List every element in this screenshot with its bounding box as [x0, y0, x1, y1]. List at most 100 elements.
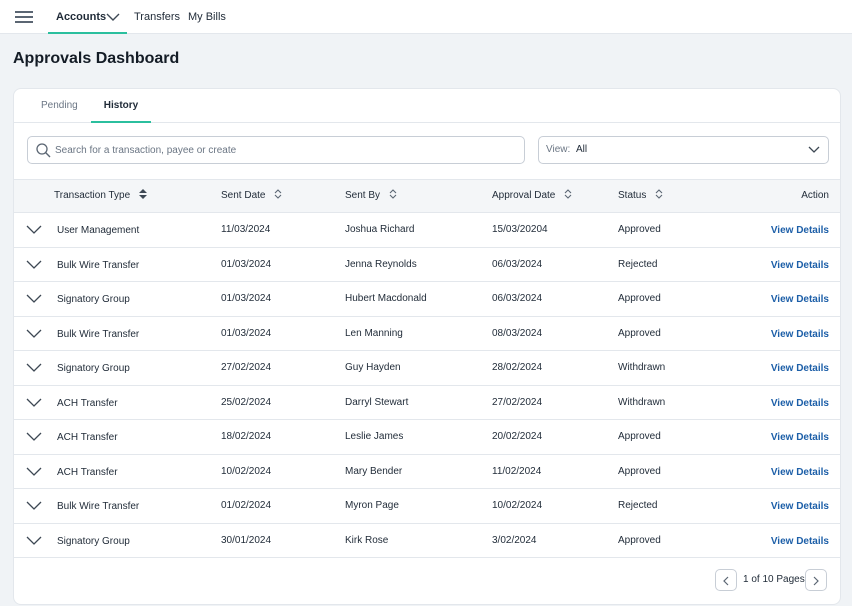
- search-icon: [36, 143, 51, 158]
- cell-sent-date: 11/03/2024: [221, 224, 271, 235]
- sort-icon: [655, 189, 663, 200]
- cell-status: Approved: [618, 534, 661, 546]
- nav-my-bills[interactable]: My Bills: [188, 0, 226, 34]
- chevron-down-icon: [808, 146, 820, 153]
- search-input[interactable]: [55, 137, 515, 163]
- cell-status: Approved: [618, 431, 661, 442]
- cell-sent-by: Mary Bender: [345, 465, 403, 477]
- view-details-link[interactable]: View Details: [771, 363, 829, 374]
- cell-sent-by: Kirk Rose: [345, 534, 389, 546]
- table-row: Bulk Wire Transfer 01/03/2024 Len Mannin…: [14, 317, 840, 351]
- cell-sent-date: 01/03/2024: [221, 258, 272, 270]
- tab-bar: Pending History: [14, 89, 840, 123]
- cell-sent-by: Guy Hayden: [345, 362, 401, 373]
- cell-approval-date: 15/03/20204: [492, 224, 548, 235]
- table-row: User Management 11/03/2024 Joshua Richar…: [14, 213, 840, 248]
- cell-approval-date: 27/02/2024: [492, 396, 543, 408]
- view-details-link[interactable]: View Details: [771, 294, 829, 305]
- nav-transfers[interactable]: Transfers: [134, 0, 180, 34]
- cell-approval-date: 3/02/2024: [492, 534, 537, 546]
- search-box: [27, 136, 525, 164]
- tab-history[interactable]: History: [91, 89, 151, 123]
- page-title: Approvals Dashboard: [13, 50, 180, 67]
- view-details-link[interactable]: View Details: [771, 536, 829, 547]
- cell-sent-date: 30/01/2024: [221, 534, 272, 546]
- cell-status: Approved: [618, 465, 661, 477]
- view-details-link[interactable]: View Details: [771, 467, 829, 478]
- cell-transaction-type: User Management: [57, 225, 140, 236]
- table-row: Signatory Group 30/01/2024 Kirk Rose 3/0…: [14, 524, 840, 558]
- next-page-button[interactable]: [805, 569, 827, 591]
- view-details-link[interactable]: View Details: [771, 225, 829, 236]
- cell-transaction-type: ACH Transfer: [57, 466, 118, 478]
- cell-sent-by: Darryl Stewart: [345, 396, 409, 408]
- cell-approval-date: 08/03/2024: [492, 327, 543, 339]
- chevron-down-icon[interactable]: [26, 536, 42, 545]
- cell-transaction-type: ACH Transfer: [57, 432, 118, 443]
- cell-sent-date: 01/03/2024: [221, 327, 272, 339]
- table-row: Signatory Group 27/02/2024 Guy Hayden 28…: [14, 351, 840, 386]
- top-navigation: Accounts Transfers My Bills: [0, 0, 852, 34]
- table-body: User Management 11/03/2024 Joshua Richar…: [14, 213, 840, 558]
- cell-status: Rejected: [618, 258, 658, 270]
- cell-status: Approved: [618, 327, 661, 339]
- table-row: Bulk Wire Transfer 01/02/2024 Myron Page…: [14, 489, 840, 524]
- approvals-card: Pending History View: All Transaction Ty…: [13, 88, 841, 605]
- chevron-left-icon: [723, 576, 729, 586]
- cell-sent-date: 10/02/2024: [221, 465, 272, 477]
- view-filter-select[interactable]: View: All: [538, 136, 829, 164]
- table-row: Signatory Group 01/03/2024 Hubert Macdon…: [14, 282, 840, 317]
- sort-active-icon: [138, 189, 147, 200]
- cell-sent-by: Hubert Macdonald: [345, 293, 427, 304]
- cell-approval-date: 06/03/2024: [492, 293, 543, 304]
- view-filter-label: View:: [546, 144, 571, 155]
- cell-sent-by: Myron Page: [345, 500, 399, 511]
- table-row: ACH Transfer 18/02/2024 Leslie James 20/…: [14, 420, 840, 455]
- column-header-label: Approval Date: [492, 190, 556, 201]
- view-details-link[interactable]: View Details: [771, 260, 829, 271]
- cell-sent-by: Joshua Richard: [345, 224, 415, 235]
- chevron-down-icon[interactable]: [26, 260, 42, 269]
- cell-sent-date: 25/02/2024: [221, 396, 272, 408]
- cell-status: Withdrawn: [618, 396, 666, 408]
- column-header-approval-date[interactable]: Approval Date: [492, 180, 572, 212]
- chevron-down-icon: [106, 13, 120, 21]
- cell-transaction-type: ACH Transfer: [57, 397, 118, 409]
- view-details-link[interactable]: View Details: [771, 329, 829, 340]
- chevron-down-icon[interactable]: [26, 225, 42, 234]
- cell-sent-date: 01/02/2024: [221, 500, 272, 511]
- chevron-down-icon[interactable]: [26, 398, 42, 407]
- chevron-down-icon[interactable]: [26, 363, 42, 372]
- column-header-action: Action: [801, 190, 829, 201]
- column-header-status[interactable]: Status: [618, 180, 663, 212]
- chevron-down-icon[interactable]: [26, 329, 42, 338]
- chevron-down-icon[interactable]: [26, 432, 42, 441]
- cell-sent-by: Len Manning: [345, 327, 403, 339]
- column-header-label: Sent Date: [221, 190, 266, 201]
- column-header-sent-by[interactable]: Sent By: [345, 180, 397, 212]
- view-details-link[interactable]: View Details: [771, 398, 829, 409]
- previous-page-button[interactable]: [715, 569, 737, 591]
- table-row: ACH Transfer 10/02/2024 Mary Bender 11/0…: [14, 455, 840, 489]
- cell-transaction-type: Bulk Wire Transfer: [57, 328, 140, 340]
- column-header-label: Status: [618, 190, 647, 201]
- chevron-right-icon: [813, 576, 819, 586]
- cell-approval-date: 28/02/2024: [492, 362, 543, 373]
- cell-sent-date: 18/02/2024: [221, 431, 272, 442]
- tab-pending[interactable]: Pending: [41, 89, 78, 123]
- column-header-sent-date[interactable]: Sent Date: [221, 180, 282, 212]
- view-details-link[interactable]: View Details: [771, 432, 829, 443]
- cell-sent-by: Jenna Reynolds: [345, 258, 417, 270]
- cell-status: Rejected: [618, 500, 658, 511]
- table-header: Transaction Type Sent Date Sent By Appro…: [14, 179, 840, 213]
- chevron-down-icon[interactable]: [26, 467, 42, 476]
- column-header-label: Transaction Type: [54, 190, 131, 201]
- view-details-link[interactable]: View Details: [771, 501, 829, 512]
- column-header-transaction-type[interactable]: Transaction Type: [54, 180, 147, 212]
- hamburger-icon[interactable]: [15, 11, 33, 23]
- cell-transaction-type: Signatory Group: [57, 535, 130, 547]
- chevron-down-icon[interactable]: [26, 294, 42, 303]
- chevron-down-icon[interactable]: [26, 501, 42, 510]
- nav-accounts[interactable]: Accounts: [48, 0, 127, 34]
- sort-icon: [389, 189, 397, 200]
